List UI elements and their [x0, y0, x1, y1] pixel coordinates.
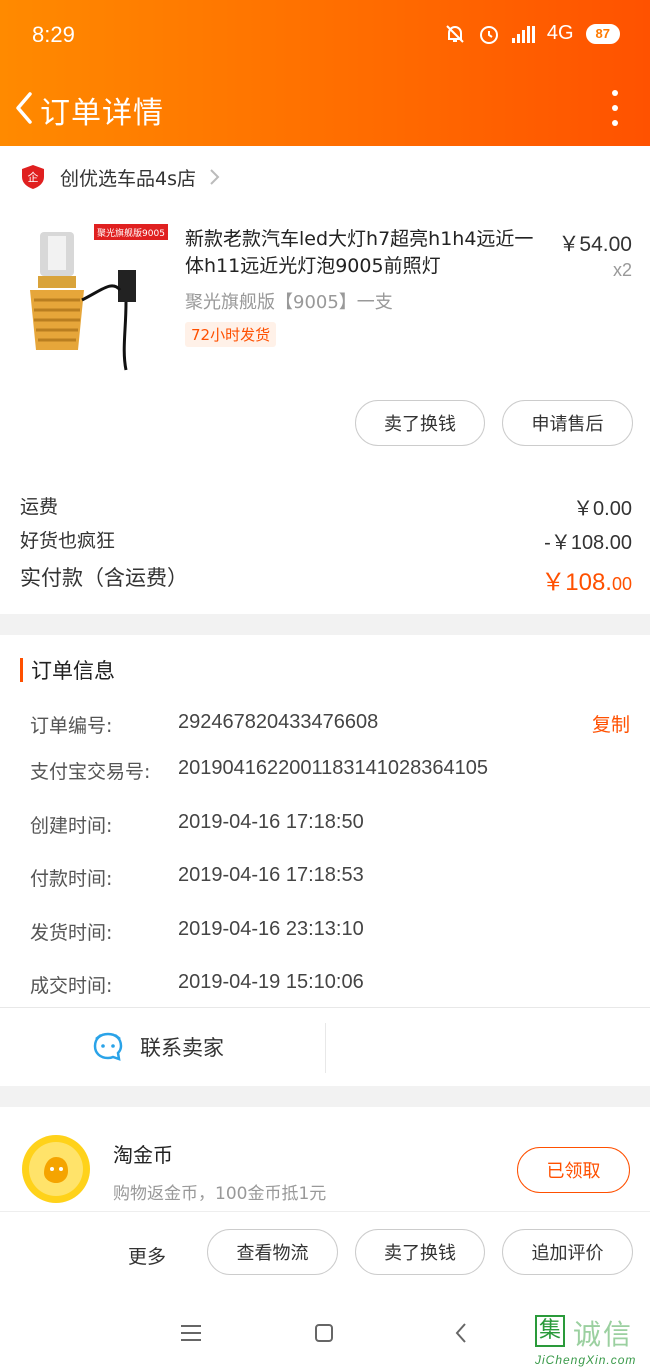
info-value: 2019-04-16 17:18:50	[178, 811, 364, 833]
shop-badge-icon: 企	[22, 165, 44, 189]
after-sale-button[interactable]: 申请售后	[502, 400, 633, 446]
info-label: 成交时间:	[30, 975, 113, 997]
trade-in-button[interactable]: 卖了换钱	[355, 400, 485, 446]
trade-in-button-bottom[interactable]: 卖了换钱	[355, 1229, 485, 1275]
shop-row[interactable]: 企 创优选车品4s店	[20, 162, 220, 192]
recent-apps-icon[interactable]	[181, 1325, 201, 1341]
system-back-icon[interactable]	[454, 1322, 468, 1344]
shipping-fee-row: 运费 ￥0.00	[20, 492, 632, 521]
network-type: 4G	[546, 22, 574, 44]
copy-button[interactable]: 复制	[592, 710, 630, 737]
shop-name: 创优选车品4s店	[60, 167, 196, 190]
back-arrow-icon[interactable]	[10, 88, 40, 128]
view-logistics-button[interactable]: 查看物流	[207, 1229, 338, 1275]
total-paid-cents: 00	[611, 574, 632, 594]
total-paid-main: ￥108.	[541, 569, 612, 596]
coin-title: 淘金币	[113, 1143, 173, 1167]
info-value: 2019-04-16 23:13:10	[178, 918, 364, 940]
status-icons: 4G 87	[444, 22, 620, 45]
status-time: 8:29	[32, 22, 75, 47]
info-value: 2019-04-19 15:10:06	[178, 971, 364, 993]
product-image-badge: 聚光旗舰版9005	[97, 227, 165, 239]
discount-value: -￥108.00	[544, 532, 632, 554]
order-info-card: 订单信息 订单编号: 292467820433476608 复制 支付宝交易号:…	[0, 635, 650, 1086]
vertical-separator	[325, 1023, 326, 1073]
info-value: 2019041622001183141028364105	[178, 757, 488, 779]
status-bar: 8:29 4G 87	[0, 0, 650, 70]
claimed-button[interactable]: 已领取	[517, 1147, 630, 1193]
info-label: 支付宝交易号:	[30, 761, 151, 783]
total-paid-label: 实付款（含运费）	[20, 566, 188, 590]
nav-bar: 订单详情	[0, 74, 650, 140]
home-icon[interactable]	[315, 1324, 333, 1342]
info-label: 付款时间:	[30, 868, 113, 890]
product-image[interactable]: 聚光旗舰版9005	[22, 220, 170, 376]
shipping-tag: 72小时发货	[185, 322, 277, 347]
total-paid-value: ￥108.00	[541, 562, 632, 597]
product-price: ￥54.00	[558, 233, 632, 256]
signal-icon	[511, 25, 535, 43]
section-accent-bar	[20, 658, 23, 682]
shipping-fee-label: 运费	[20, 496, 59, 518]
info-value: 292467820433476608	[178, 711, 379, 733]
system-nav-bar: 集 诚信 JiChengXin.com	[0, 1295, 650, 1372]
section-title: 订单信息	[20, 657, 115, 683]
watermark-url: JiChengXin.com	[535, 1353, 637, 1367]
divider	[0, 1007, 650, 1008]
product-quantity: x2	[612, 260, 632, 280]
discount-label: 好货也疯狂	[20, 530, 116, 552]
order-product-card: 企 创优选车品4s店 聚光旗舰版9005 新款老款汽车led大灯h7超亮h1h4…	[0, 146, 650, 614]
total-paid-row: 实付款（含运费） ￥108.00	[20, 562, 632, 597]
more-button[interactable]: 更多	[128, 1242, 166, 1269]
info-label: 订单编号:	[30, 715, 113, 737]
bottom-action-bar: 更多 查看物流 卖了换钱 追加评价	[0, 1211, 650, 1295]
section-title-text: 订单信息	[31, 659, 115, 683]
add-review-button[interactable]: 追加评价	[502, 1229, 633, 1275]
header: 8:29 4G 87 订单详情	[0, 0, 650, 146]
watermark-logo: 集 诚信 JiChengXin.com	[533, 1311, 650, 1371]
svg-text:企: 企	[28, 170, 39, 184]
contact-seller-button[interactable]: 联系卖家	[92, 1031, 224, 1063]
chat-bubble-icon	[93, 1032, 123, 1061]
taojinbi-card: 淘金币 购物返金币，100金币抵1元 已领取	[0, 1107, 650, 1211]
chevron-right-icon	[210, 169, 220, 185]
info-label: 发货时间:	[30, 922, 113, 944]
info-label: 创建时间:	[30, 815, 113, 837]
watermark-icon: 集	[535, 1315, 565, 1347]
alarm-clock-icon	[479, 25, 498, 44]
coin-subtitle: 购物返金币，100金币抵1元	[113, 1184, 327, 1204]
watermark-text: 诚信	[573, 1318, 634, 1351]
discount-row: 好货也疯狂 -￥108.00	[20, 526, 632, 555]
gold-coin-icon	[22, 1135, 90, 1203]
shipping-fee-value: ￥0.00	[573, 498, 632, 520]
page-title: 订单详情	[40, 96, 164, 131]
mute-bell-icon	[446, 24, 464, 43]
battery-icon: 87	[585, 23, 620, 44]
contact-seller-label: 联系卖家	[140, 1036, 224, 1060]
more-options-icon[interactable]	[610, 90, 620, 126]
product-title[interactable]: 新款老款汽车led大灯h7超亮h1h4远近一体h11远近光灯泡9005前照灯	[185, 226, 545, 280]
info-value: 2019-04-16 17:18:53	[178, 864, 364, 886]
product-sku: 聚光旗舰版【9005】一支	[185, 292, 393, 313]
